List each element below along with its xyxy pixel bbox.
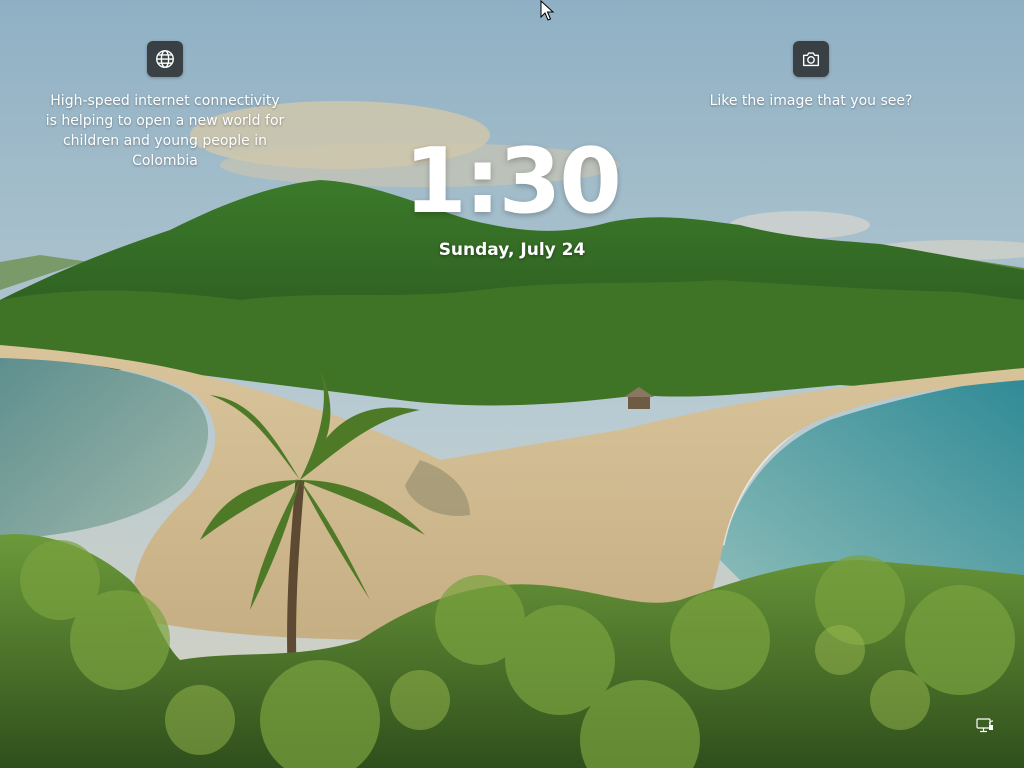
clock-date: Sunday, July 24 <box>438 240 586 260</box>
spotlight-info-button[interactable] <box>147 41 183 77</box>
lock-screen[interactable]: High-speed internet connectivity is help… <box>0 0 1024 768</box>
spotlight-like-panel: Like the image that you see? <box>700 41 922 111</box>
spotlight-info-panel: High-speed internet connectivity is help… <box>45 41 285 171</box>
lockscreen-clock: 1:30 Sunday, July 24 <box>362 128 662 262</box>
clock-time: 1:30 <box>404 129 622 234</box>
spotlight-like-text[interactable]: Like the image that you see? <box>710 91 913 111</box>
spotlight-info-text[interactable]: High-speed internet connectivity is help… <box>45 91 285 171</box>
camera-icon <box>802 52 820 67</box>
spotlight-like-button[interactable] <box>793 41 829 77</box>
mouse-cursor <box>540 0 555 21</box>
globe-icon <box>156 50 174 68</box>
network-icon[interactable] <box>975 716 995 736</box>
